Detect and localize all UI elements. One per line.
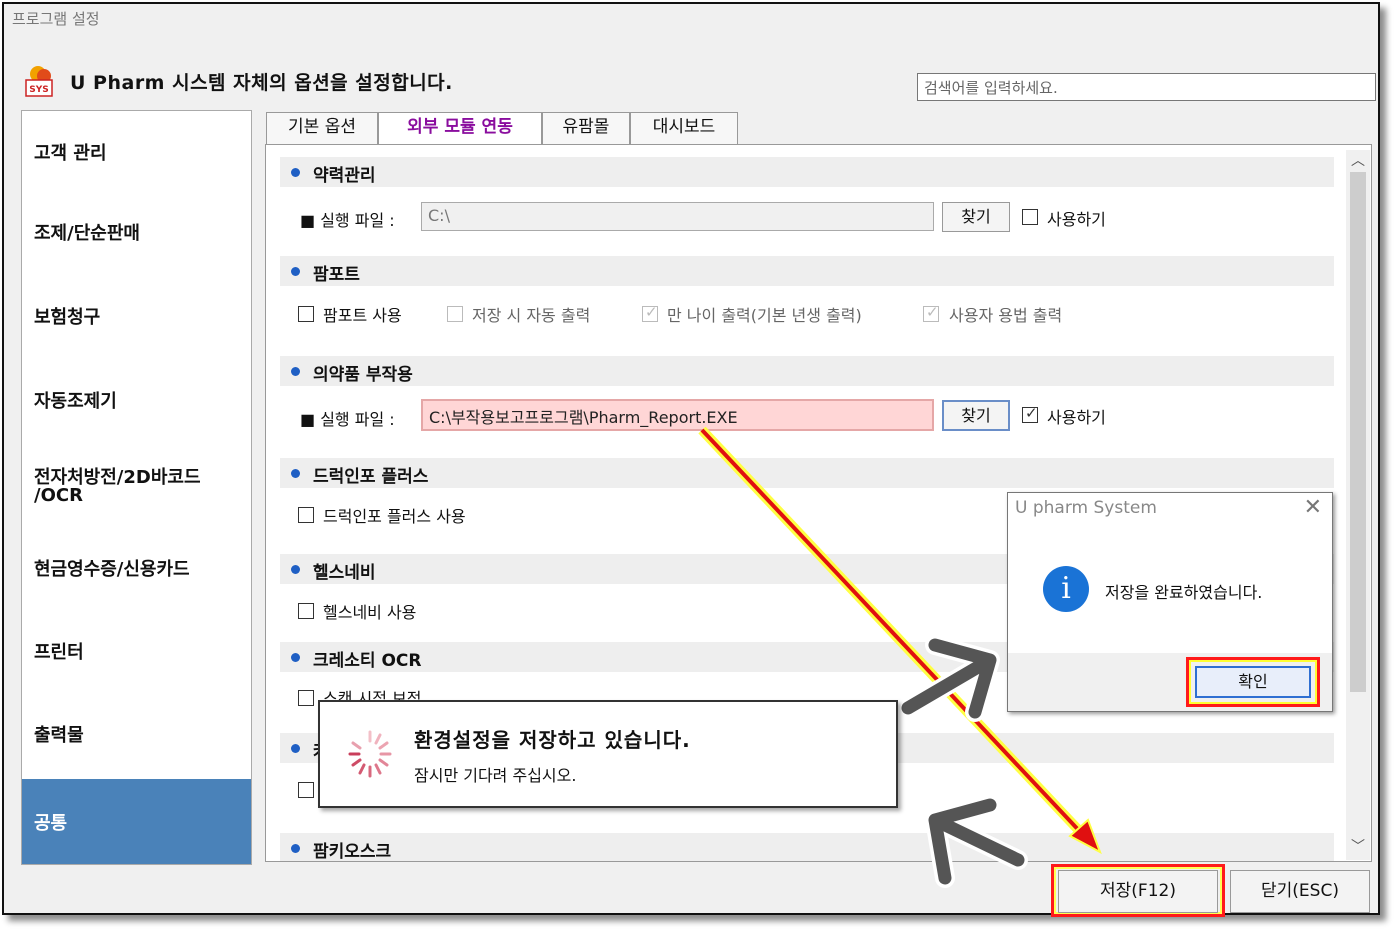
spinner-icon	[348, 730, 392, 778]
panel-scrollbar[interactable]: ︿ ﹀	[1346, 150, 1370, 860]
adverse-find-button[interactable]: 찾기	[942, 400, 1010, 431]
checkbox-label: 사용자 용법 출력	[949, 306, 1063, 325]
bullet-icon	[291, 367, 300, 376]
druginfo-use-checkbox[interactable]	[298, 507, 314, 523]
section-title: 헬스네비	[313, 563, 376, 583]
svg-text:SYS: SYS	[29, 85, 48, 95]
section-header: 의약품 부작용	[280, 356, 1334, 386]
pampot-use-checkbox[interactable]	[298, 306, 314, 322]
saving-toast: 환경설정을 저장하고 있습니다. 잠시만 기다려 주십시오.	[318, 700, 898, 808]
sidebar-item-label: 공통	[34, 813, 68, 834]
tab-external-modules[interactable]: 외부 모듈 연동	[378, 112, 542, 146]
sidebar-item-insurance[interactable]: 보험청구	[34, 309, 100, 327]
info-dialog: U pharm System ✕ i 저장을 완료하였습니다. 확인	[1007, 492, 1333, 712]
yakryeok-use-checkbox[interactable]	[1022, 209, 1038, 225]
check-icon: ✓	[926, 303, 939, 321]
age-print-checkbox[interactable]: ✓	[642, 303, 658, 322]
sidebar-item-eprescription[interactable]: 전자처방전/2D바코드 /OCR	[34, 469, 201, 505]
section-title: 약력관리	[313, 166, 376, 186]
section-header: 팜키오스크	[280, 833, 1334, 862]
search-input[interactable]: 검색어를 입력하세요.	[917, 73, 1376, 101]
hidden-option-checkbox[interactable]	[298, 782, 314, 798]
sidebar-item-output[interactable]: 출력물	[34, 727, 84, 745]
adverse-use-checkbox[interactable]: ✓	[1022, 404, 1038, 423]
dialog-title: U pharm System	[1015, 498, 1157, 518]
close-button[interactable]: 닫기(ESC)	[1230, 870, 1370, 913]
sidebar-item-receipt-card[interactable]: 현금영수증/신용카드	[34, 561, 190, 579]
checkbox-label: 사용하기	[1047, 210, 1106, 229]
sidebar-item-dispense[interactable]: 조제/단순판매	[34, 225, 140, 243]
section-title: 팜키오스크	[313, 842, 392, 862]
tab-dashboard[interactable]: 대시보드	[630, 112, 738, 144]
scan-correction-checkbox[interactable]	[298, 690, 314, 706]
yakryeok-path-field[interactable]: C:\	[421, 202, 934, 231]
window-title: 프로그램 설정	[12, 10, 100, 28]
checkbox-label: 팜포트 사용	[323, 306, 402, 325]
bullet-icon	[291, 168, 300, 177]
dialog-message: 저장을 완료하였습니다.	[1105, 583, 1263, 602]
section-title: 크레소티 OCR	[313, 651, 422, 671]
sys-logo-icon: SYS	[24, 64, 56, 98]
checkbox-label: 만 나이 출력(기본 년생 출력)	[667, 306, 862, 325]
auto-print-checkbox[interactable]	[447, 306, 463, 322]
info-icon: i	[1043, 566, 1089, 612]
check-icon: ✓	[1025, 404, 1038, 422]
toast-title: 환경설정을 저장하고 있습니다.	[414, 728, 691, 752]
adverse-path-field[interactable]: C:\부작용보고프로그램\Pharm_Report.EXE	[421, 399, 934, 431]
check-icon: ✓	[645, 303, 658, 321]
checkbox-label: 사용하기	[1047, 408, 1106, 427]
sidebar: 고객 관리 조제/단순판매 보험청구 자동조제기 전자처방전/2D바코드 /OC…	[21, 110, 252, 865]
section-header: 팜포트	[280, 256, 1334, 286]
healthnavi-use-checkbox[interactable]	[298, 603, 314, 619]
toast-subtitle: 잠시만 기다려 주십시오.	[414, 766, 577, 785]
exec-file-label: ■ 실행 파일 :	[300, 211, 395, 230]
checkbox-label: 헬스네비 사용	[323, 603, 417, 622]
section-header: 약력관리	[280, 157, 1334, 187]
chevron-down-icon[interactable]: ﹀	[1351, 836, 1365, 856]
bullet-icon	[291, 469, 300, 478]
bullet-icon	[291, 653, 300, 662]
sidebar-item-printer[interactable]: 프린터	[34, 644, 84, 662]
section-title: 드럭인포 플러스	[313, 467, 429, 487]
yakryeok-find-button[interactable]: 찾기	[942, 202, 1010, 232]
save-button[interactable]: 저장(F12)	[1058, 870, 1218, 913]
close-icon[interactable]: ✕	[1304, 495, 1322, 520]
section-title: 의약품 부작용	[313, 365, 413, 385]
ok-button[interactable]: 확인	[1195, 666, 1311, 698]
checkbox-label: 드럭인포 플러스 사용	[323, 507, 466, 526]
exec-file-label: ■ 실행 파일 :	[300, 410, 395, 429]
bullet-icon	[291, 844, 300, 853]
bullet-icon	[291, 267, 300, 276]
bullet-icon	[291, 744, 300, 753]
checkbox-label: 저장 시 자동 출력	[472, 306, 591, 325]
tab-basic-options[interactable]: 기본 옵션	[266, 112, 378, 144]
section-header: 드럭인포 플러스	[280, 458, 1334, 488]
ok-highlight: 확인	[1186, 657, 1320, 707]
sidebar-item-common[interactable]: 공통	[22, 779, 251, 864]
sidebar-item-customer[interactable]: 고객 관리	[34, 145, 107, 163]
chevron-up-icon[interactable]: ︿	[1351, 150, 1365, 170]
user-dosage-checkbox[interactable]: ✓	[923, 303, 939, 322]
bullet-icon	[291, 565, 300, 574]
scrollbar-thumb[interactable]	[1350, 172, 1366, 692]
page-headline: U Pharm 시스템 자체의 옵션을 설정합니다.	[70, 72, 453, 94]
tab-upharm-mall[interactable]: 유팜몰	[542, 112, 630, 144]
section-title: 팜포트	[313, 265, 360, 285]
sidebar-item-auto-dispenser[interactable]: 자동조제기	[34, 393, 117, 411]
